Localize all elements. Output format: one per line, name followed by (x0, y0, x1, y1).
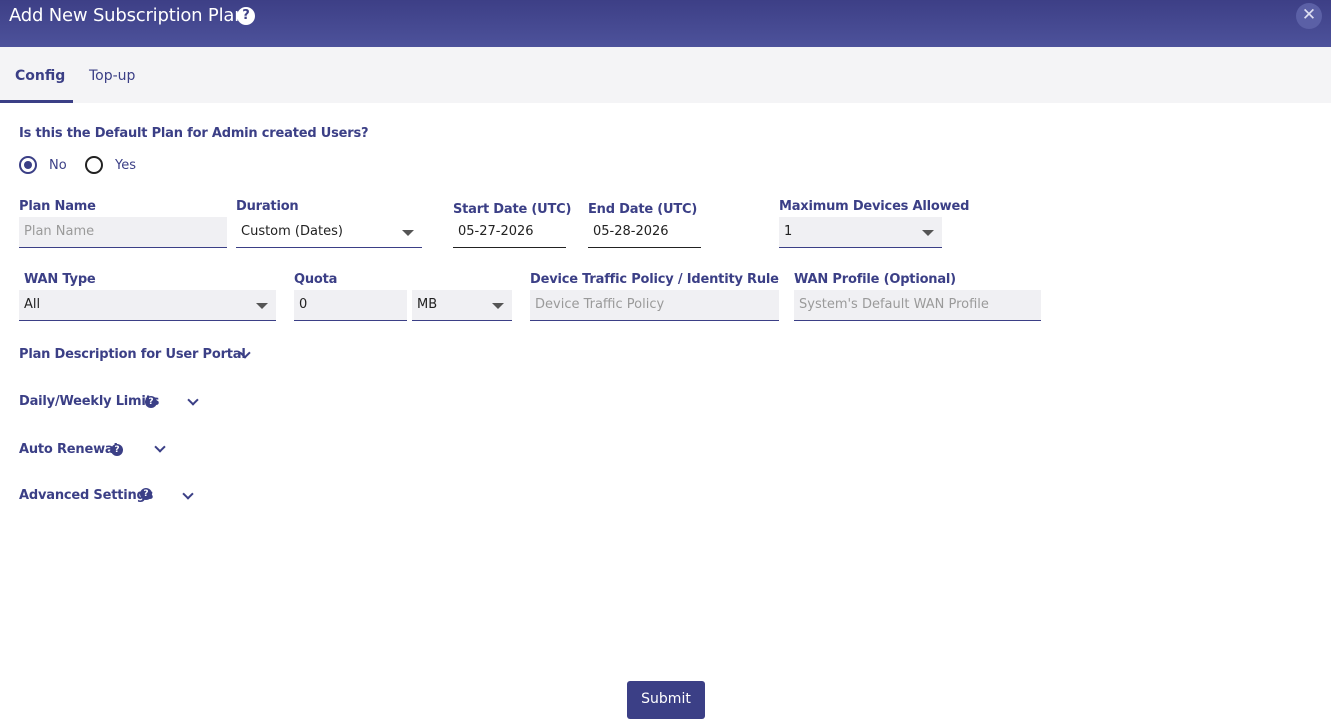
start-date-input[interactable]: 05-27-2026 (453, 217, 566, 248)
start-date-label: Start Date (UTC) (453, 202, 572, 217)
chevron-down-icon[interactable] (154, 441, 166, 453)
wan-type-select[interactable]: All (19, 290, 276, 321)
end-date-input[interactable]: 05-28-2026 (588, 217, 701, 248)
traffic-policy-label: Device Traffic Policy / Identity Rule (530, 272, 779, 287)
max-devices-label: Maximum Devices Allowed (779, 199, 970, 214)
wan-type-label: WAN Type (24, 272, 96, 287)
chevron-down-icon (256, 303, 268, 309)
plan-name-label: Plan Name (19, 199, 96, 214)
start-date-value: 05-27-2026 (458, 224, 534, 239)
tab-config[interactable]: Config (15, 68, 65, 84)
tab-bar: Config Top-up (0, 47, 1331, 103)
duration-label: Duration (236, 199, 299, 214)
wan-profile-label: WAN Profile (Optional) (794, 272, 956, 287)
traffic-policy-input[interactable]: Device Traffic Policy (530, 290, 779, 321)
quota-unit-value: MB (417, 297, 438, 312)
dialog-header: Add New Subscription Plan ? ✕ (0, 0, 1331, 47)
section-auto-renewal[interactable]: Auto Renewal (19, 442, 118, 457)
question-circle-icon[interactable]: ? (145, 396, 157, 408)
submit-button[interactable]: Submit (627, 681, 705, 719)
chevron-down-icon (922, 230, 934, 236)
quota-label: Quota (294, 272, 338, 287)
radio-no[interactable] (19, 156, 37, 174)
radio-no-label: No (49, 158, 67, 173)
wan-profile-placeholder: System's Default WAN Profile (799, 297, 989, 312)
traffic-policy-placeholder: Device Traffic Policy (535, 297, 665, 312)
radio-yes[interactable] (85, 156, 103, 174)
end-date-value: 05-28-2026 (593, 224, 669, 239)
question-circle-icon[interactable]: ? (237, 7, 255, 25)
default-plan-question: Is this the Default Plan for Admin creat… (19, 126, 369, 141)
end-date-label: End Date (UTC) (588, 202, 698, 217)
section-advanced-settings[interactable]: Advanced Settings (19, 488, 153, 503)
active-tab-indicator (0, 100, 73, 103)
max-devices-select[interactable]: 1 (779, 217, 942, 248)
plan-name-placeholder: Plan Name (24, 224, 95, 239)
chevron-down-icon[interactable] (187, 394, 199, 406)
wan-type-value: All (24, 297, 41, 312)
quota-input[interactable]: 0 (294, 290, 407, 321)
chevron-down-icon[interactable] (182, 488, 194, 500)
section-plan-description[interactable]: Plan Description for User Portal (19, 347, 246, 362)
chevron-down-icon (492, 303, 504, 309)
wan-profile-input[interactable]: System's Default WAN Profile (794, 290, 1041, 321)
duration-value: Custom (Dates) (241, 224, 343, 239)
quota-value: 0 (299, 297, 308, 312)
duration-select[interactable]: Custom (Dates) (236, 217, 422, 248)
max-devices-value: 1 (784, 224, 793, 239)
section-daily-weekly-limits[interactable]: Daily/Weekly Limits (19, 394, 159, 409)
plan-name-input[interactable]: Plan Name (19, 217, 227, 248)
dialog-title: Add New Subscription Plan (9, 5, 246, 26)
close-icon[interactable]: ✕ (1296, 3, 1322, 29)
tab-top-up[interactable]: Top-up (89, 68, 135, 84)
chevron-down-icon (402, 230, 414, 236)
question-circle-icon[interactable]: ? (111, 444, 123, 456)
quota-unit-select[interactable]: MB (412, 290, 512, 321)
question-circle-icon[interactable]: ? (140, 488, 152, 500)
radio-yes-label: Yes (115, 158, 136, 173)
